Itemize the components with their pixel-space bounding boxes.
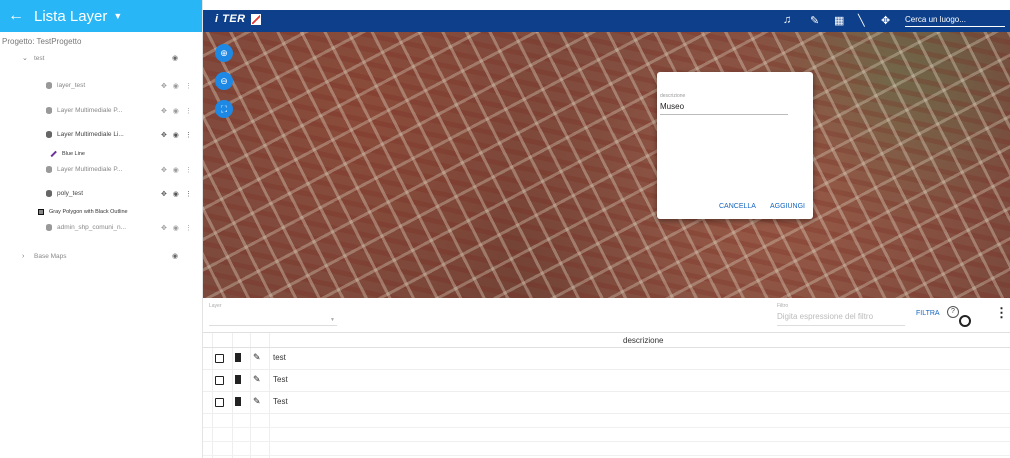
target-cursor-icon xyxy=(959,315,971,327)
sidebar-title: Lista Layer xyxy=(34,7,108,25)
caret-down-icon: ▼ xyxy=(330,317,335,323)
filter-input[interactable]: Digita espressione del filtro xyxy=(777,312,905,326)
pencil-icon[interactable]: ✎ xyxy=(253,396,261,407)
legend-gray-polygon: Gray Polygon with Black Outline xyxy=(38,209,128,215)
database-icon xyxy=(46,131,52,139)
pencil-icon[interactable]: ✎ xyxy=(810,14,819,27)
help-icon[interactable]: ? xyxy=(947,306,959,318)
polygon-symbol-icon xyxy=(38,209,44,215)
layer-actions[interactable]: ✥ ◉ ⋮ xyxy=(161,166,194,174)
layer-label: poly_test xyxy=(57,190,84,198)
empty-row xyxy=(203,428,1010,442)
database-icon xyxy=(46,107,52,115)
table-header: descrizione xyxy=(203,333,1010,348)
table-row[interactable]: ✎ test xyxy=(203,348,1010,370)
row-description: test xyxy=(273,353,286,362)
filter-button[interactable]: FILTRA xyxy=(916,310,940,317)
layer-actions[interactable]: ✥ ◉ ⋮ xyxy=(161,224,194,232)
satellite-map[interactable]: ⊕ ⊖ ⛶ xyxy=(203,32,1010,298)
app-logo: i TER xyxy=(215,13,246,25)
layer-label: Layer Multimediale Li... xyxy=(57,131,124,139)
database-icon xyxy=(46,190,52,198)
layer-label: Layer Multimediale P... xyxy=(57,166,123,174)
database-icon xyxy=(46,224,52,232)
layer-actions[interactable]: ✥ ◉ ⋮ xyxy=(161,190,194,198)
cancel-button[interactable]: CANCELLA xyxy=(719,203,756,210)
description-field[interactable]: Museo xyxy=(660,102,788,115)
zoom-out-icon[interactable]: ⊖ xyxy=(215,72,233,90)
add-button[interactable]: AGGIUNGI xyxy=(770,203,805,210)
layer-label: admin_shp_comuni_n... xyxy=(57,224,127,232)
add-feature-dialog: descrizione Museo CANCELLA AGGIUNGI xyxy=(657,72,813,219)
table-row[interactable]: ✎ Test xyxy=(203,392,1010,414)
empty-row xyxy=(203,414,1010,428)
move-icon[interactable]: ✥ xyxy=(881,14,890,27)
pencil-icon[interactable]: ✎ xyxy=(253,352,261,363)
trash-icon[interactable] xyxy=(235,375,241,384)
description-label: descrizione xyxy=(660,93,686,99)
layer-select[interactable]: ▼ xyxy=(209,317,337,326)
row-description: Test xyxy=(273,397,288,406)
top-toolbar: i TER ♫ ✎ ▦ ╲ ✥ Cerca un luogo... xyxy=(203,10,1010,32)
grid-icon[interactable]: ▦ xyxy=(834,14,844,27)
trash-icon[interactable] xyxy=(235,353,241,362)
trash-icon[interactable] xyxy=(235,397,241,406)
table-row[interactable]: ✎ Test xyxy=(203,370,1010,392)
row-checkbox[interactable] xyxy=(215,376,224,385)
layer-label: layer_test xyxy=(57,82,86,90)
flag-icon xyxy=(251,14,261,25)
project-name: Progetto: TestProgetto xyxy=(2,37,82,46)
legend-label: Blue Line xyxy=(62,151,85,157)
legend-blue-line: Blue Line xyxy=(50,150,85,158)
filter-label: Filtro xyxy=(777,303,789,309)
chevron-right-icon[interactable]: › xyxy=(22,253,24,260)
legend-label: Gray Polygon with Black Outline xyxy=(49,209,128,215)
row-checkbox[interactable] xyxy=(215,398,224,407)
group-label: test xyxy=(34,54,45,62)
layer-actions[interactable]: ✥ ◉ ⋮ xyxy=(161,82,194,90)
bell-icon[interactable]: ♫ xyxy=(783,14,791,26)
layer-actions[interactable]: ✥ ◉ ⋮ xyxy=(161,131,194,139)
search-input[interactable]: Cerca un luogo... xyxy=(905,13,1005,27)
more-vert-icon[interactable]: ⋮ xyxy=(995,305,1008,321)
arrow-back-icon[interactable]: ← xyxy=(8,7,24,25)
ruler-icon[interactable]: ╲ xyxy=(858,14,865,27)
attribute-table: descrizione ✎ test ✎ Test ✎ Test xyxy=(203,332,1010,458)
caret-down-icon[interactable]: ▼ xyxy=(113,11,122,21)
column-header-descrizione[interactable]: descrizione xyxy=(623,336,663,345)
row-description: Test xyxy=(273,375,288,384)
pencil-icon[interactable]: ✎ xyxy=(253,374,261,385)
sidebar-header: ← Lista Layer ▼ xyxy=(0,0,202,32)
chevron-down-icon[interactable]: ⌄ xyxy=(22,54,28,62)
empty-row xyxy=(203,442,1010,456)
eye-icon[interactable]: ◉ xyxy=(172,54,178,62)
eye-icon[interactable]: ◉ xyxy=(172,252,178,260)
zoom-in-icon[interactable]: ⊕ xyxy=(215,44,233,62)
layer-label: Layer Multimediale P... xyxy=(57,107,123,115)
line-symbol-icon xyxy=(50,150,57,158)
fullscreen-icon[interactable]: ⛶ xyxy=(215,100,233,118)
database-icon xyxy=(46,82,52,90)
layer-actions[interactable]: ✥ ◉ ⋮ xyxy=(161,107,194,115)
layer-select-label: Layer xyxy=(209,303,222,309)
layer-sidebar: ← Lista Layer ▼ Progetto: TestProgetto ⌄… xyxy=(0,0,203,458)
database-icon xyxy=(46,166,52,174)
row-checkbox[interactable] xyxy=(215,354,224,363)
filter-bar: Layer ▼ Filtro Digita espressione del fi… xyxy=(203,298,1010,332)
group-label: Base Maps xyxy=(34,252,67,260)
